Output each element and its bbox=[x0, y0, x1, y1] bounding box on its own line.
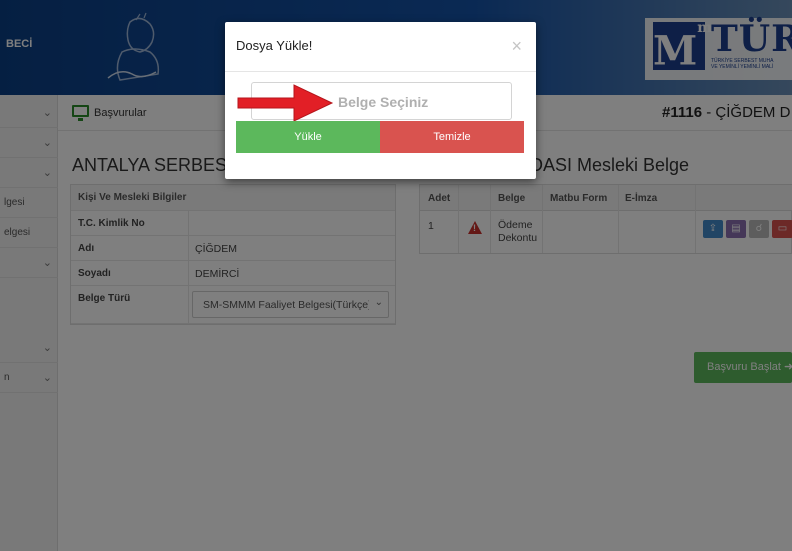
file-upload-modal: Dosya Yükle! × Belge Seçiniz Yükle Temiz… bbox=[225, 22, 536, 179]
red-arrow-icon bbox=[237, 84, 334, 122]
modal-title: Dosya Yükle! bbox=[236, 38, 313, 53]
modal-divider bbox=[225, 71, 536, 72]
file-picker-label: Belge Seçiniz bbox=[338, 94, 429, 110]
close-icon[interactable]: × bbox=[511, 36, 522, 57]
upload-button[interactable]: Yükle bbox=[236, 121, 380, 153]
clear-button[interactable]: Temizle bbox=[380, 121, 524, 153]
